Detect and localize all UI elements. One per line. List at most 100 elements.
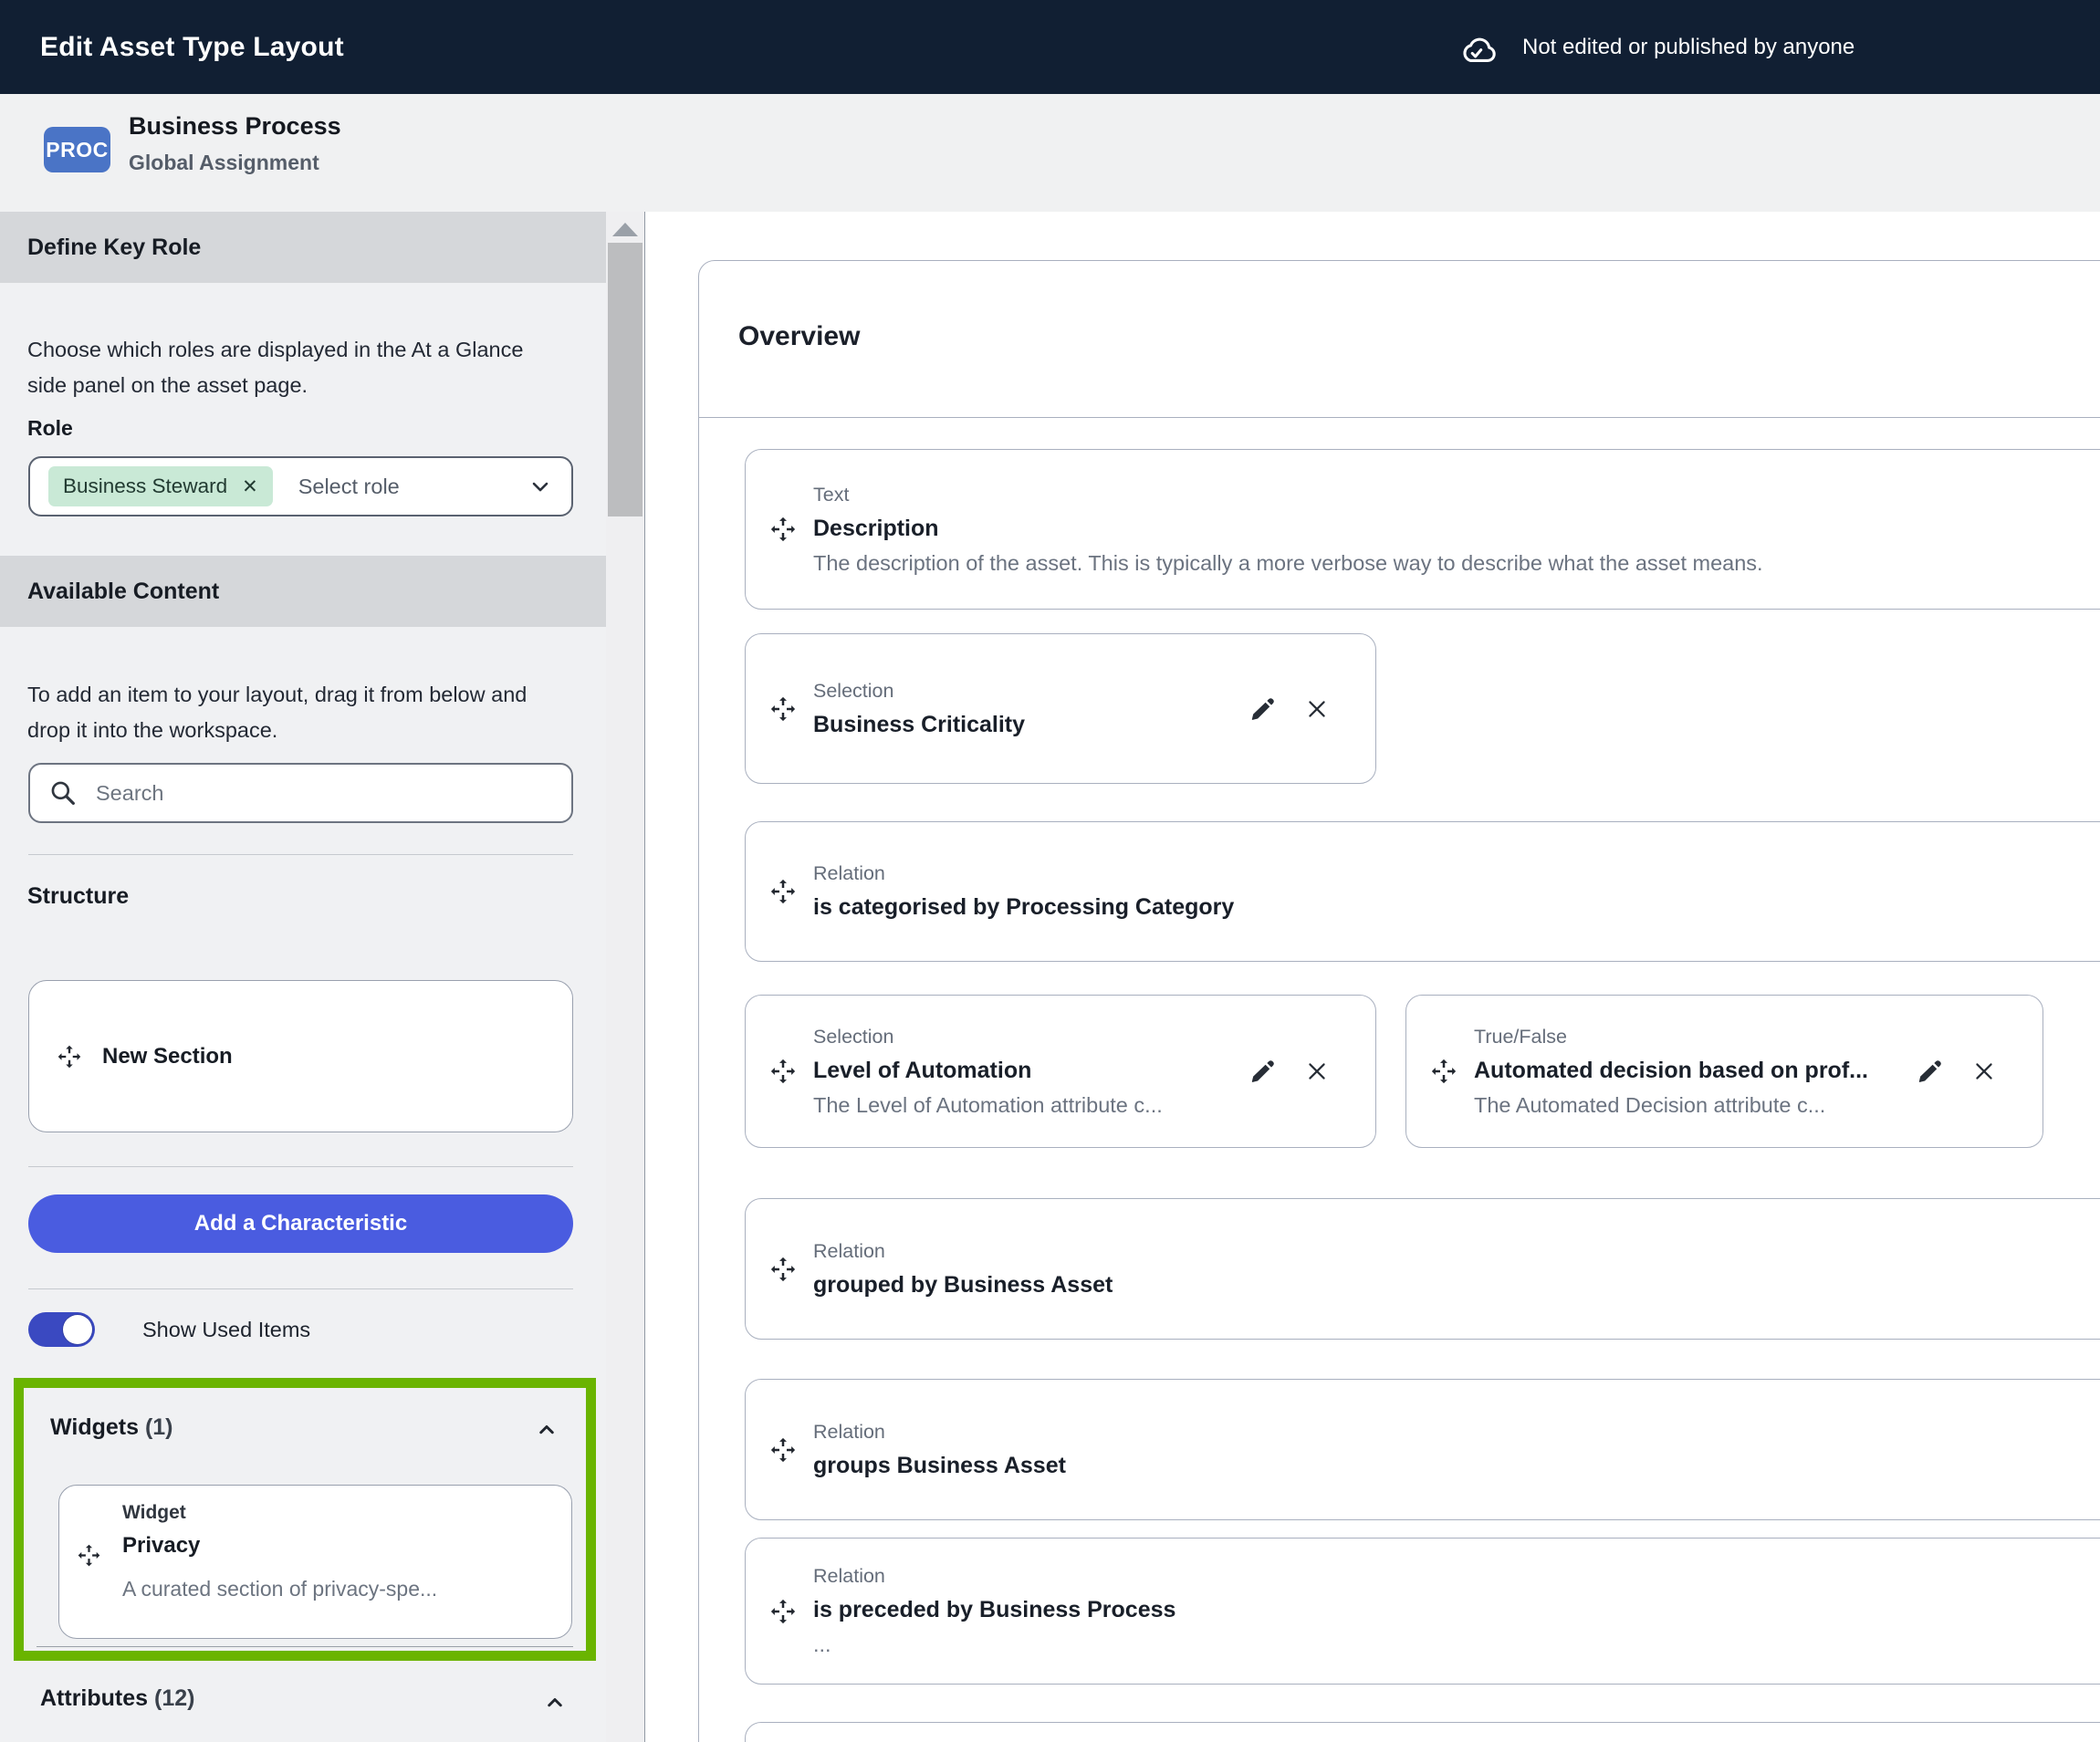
- structure-heading: Structure: [27, 883, 129, 910]
- page-title: Edit Asset Type Layout: [40, 32, 344, 63]
- characteristic-type: Relation: [813, 1565, 1175, 1588]
- attributes-count: (12): [154, 1685, 194, 1711]
- characteristic-type: Selection: [813, 680, 1025, 703]
- search-field[interactable]: [28, 763, 573, 823]
- asset-type-badge: PROC: [44, 127, 110, 172]
- define-key-role-description: Choose which roles are displayed in the …: [27, 332, 557, 403]
- define-key-role-header: Define Key Role: [0, 212, 606, 283]
- overview-section-header: Overview: [699, 261, 2100, 418]
- cloud-check-icon: [1458, 30, 1500, 65]
- characteristic-description: The description of the asset. This is ty…: [813, 551, 1763, 576]
- show-used-items-row: Show Used Items: [28, 1312, 310, 1347]
- characteristic-card-groups[interactable]: Relation groups Business Asset: [745, 1379, 2100, 1520]
- characteristic-card-categorised-by[interactable]: Relation is categorised by Processing Ca…: [745, 821, 2100, 962]
- x-icon[interactable]: [1304, 1059, 1330, 1084]
- characteristic-description: The Automated Decision attribute c...: [1474, 1093, 1868, 1118]
- move-arrows-icon[interactable]: [769, 516, 797, 543]
- toggle-knob: [63, 1315, 92, 1344]
- sidebar-scrollbar[interactable]: [606, 212, 644, 1742]
- characteristic-card-grouped-by[interactable]: Relation grouped by Business Asset: [745, 1198, 2100, 1340]
- card-actions: [1249, 695, 1330, 723]
- layout-sidebar: Define Key Role Choose which roles are d…: [0, 212, 645, 1742]
- role-tag[interactable]: Business Steward ✕: [48, 466, 273, 506]
- layout-workspace: Overview Text Description The descriptio…: [645, 212, 2100, 1742]
- characteristic-title: is preceded by Business Process: [813, 1597, 1175, 1623]
- characteristic-title: grouped by Business Asset: [813, 1272, 1113, 1299]
- move-arrows-icon[interactable]: [1430, 1058, 1457, 1085]
- characteristic-description: ...: [813, 1632, 1175, 1657]
- role-tag-label: Business Steward: [63, 475, 227, 498]
- move-arrows-icon[interactable]: [769, 878, 797, 905]
- chevron-up-icon[interactable]: [533, 1415, 560, 1443]
- characteristic-title: is categorised by Processing Category: [813, 894, 1234, 921]
- widgets-heading: Widgets (1): [50, 1414, 173, 1441]
- card-actions: [1917, 1058, 1997, 1085]
- top-bar: Edit Asset Type Layout Not edited or pub…: [0, 0, 2100, 94]
- role-label: Role: [27, 416, 73, 441]
- divider: [37, 1646, 573, 1647]
- widget-privacy-item[interactable]: Widget Privacy A curated section of priv…: [58, 1485, 572, 1639]
- pencil-icon[interactable]: [1917, 1058, 1944, 1085]
- edit-asset-type-layout-screen: Edit Asset Type Layout Not edited or pub…: [0, 0, 2100, 1742]
- pencil-icon[interactable]: [1249, 695, 1277, 723]
- triangle-up-icon[interactable]: [612, 223, 638, 236]
- characteristic-title: Description: [813, 516, 1763, 542]
- move-arrows-icon[interactable]: [769, 1058, 797, 1085]
- widgets-count: (1): [145, 1414, 173, 1440]
- characteristic-type: Relation: [813, 1421, 1066, 1444]
- x-icon[interactable]: [1971, 1059, 1997, 1084]
- pencil-icon[interactable]: [1249, 1058, 1277, 1085]
- move-arrows-icon[interactable]: [57, 1044, 82, 1069]
- move-arrows-icon[interactable]: [769, 1256, 797, 1283]
- characteristic-title: Level of Automation: [813, 1058, 1163, 1084]
- remove-role-icon[interactable]: ✕: [242, 477, 258, 496]
- available-content-description: To add an item to your layout, drag it f…: [27, 677, 557, 748]
- characteristic-card-automated-decision[interactable]: True/False Automated decision based on p…: [1405, 995, 2043, 1148]
- overview-section-title: Overview: [738, 321, 860, 352]
- search-input[interactable]: [94, 780, 553, 807]
- search-icon: [48, 778, 78, 808]
- characteristic-title: groups Business Asset: [813, 1453, 1066, 1479]
- chevron-up-icon[interactable]: [541, 1688, 569, 1716]
- move-arrows-icon[interactable]: [769, 1436, 797, 1464]
- widget-name: Privacy: [122, 1533, 200, 1559]
- chevron-down-icon[interactable]: [528, 474, 553, 499]
- characteristic-type: Text: [813, 484, 1763, 506]
- move-arrows-icon[interactable]: [77, 1543, 101, 1572]
- asset-assignment: Global Assignment: [129, 151, 319, 175]
- characteristic-card-business-criticality[interactable]: Selection Business Criticality: [745, 633, 1376, 784]
- move-arrows-icon[interactable]: [769, 695, 797, 723]
- widgets-highlight-box: Widgets (1) Widget Privacy A curated sec…: [14, 1378, 596, 1661]
- characteristic-type: Relation: [813, 1240, 1113, 1263]
- show-used-items-toggle[interactable]: [28, 1312, 95, 1347]
- characteristic-title: Automated decision based on prof...: [1474, 1058, 1868, 1084]
- characteristic-card-description[interactable]: Text Description The description of the …: [745, 449, 2100, 610]
- characteristic-card-preceded-by[interactable]: Relation is preceded by Business Process…: [745, 1538, 2100, 1685]
- available-content-header: Available Content: [0, 556, 606, 627]
- characteristic-description: The Level of Automation attribute c...: [813, 1093, 1163, 1118]
- move-arrows-icon[interactable]: [769, 1598, 797, 1625]
- scrollbar-thumb[interactable]: [608, 243, 643, 516]
- attributes-heading: Attributes (12): [40, 1685, 194, 1712]
- divider: [28, 1288, 573, 1289]
- characteristic-type: Relation: [813, 862, 1234, 885]
- role-select-placeholder: Select role: [298, 475, 400, 499]
- characteristic-type: True/False: [1474, 1026, 1868, 1048]
- publish-status: Not edited or published by anyone: [1458, 30, 1854, 65]
- characteristic-card-level-of-automation[interactable]: Selection Level of Automation The Level …: [745, 995, 1376, 1148]
- card-actions: [1249, 1058, 1330, 1085]
- new-section-item[interactable]: New Section: [28, 980, 573, 1132]
- role-select[interactable]: Business Steward ✕ Select role: [28, 456, 573, 516]
- characteristic-card-partial[interactable]: [745, 1722, 2100, 1742]
- asset-header: PROC Business Process Global Assignment: [0, 94, 2100, 212]
- add-characteristic-button[interactable]: Add a Characteristic: [28, 1194, 573, 1253]
- characteristic-type: Selection: [813, 1026, 1163, 1048]
- new-section-label: New Section: [102, 1044, 233, 1069]
- characteristic-title: Business Criticality: [813, 712, 1025, 738]
- divider: [28, 1166, 573, 1167]
- x-icon[interactable]: [1304, 696, 1330, 722]
- widget-type-label: Widget: [122, 1502, 186, 1524]
- divider: [28, 854, 573, 855]
- widget-description: A curated section of privacy-spe...: [122, 1577, 437, 1601]
- publish-status-text: Not edited or published by anyone: [1522, 35, 1854, 60]
